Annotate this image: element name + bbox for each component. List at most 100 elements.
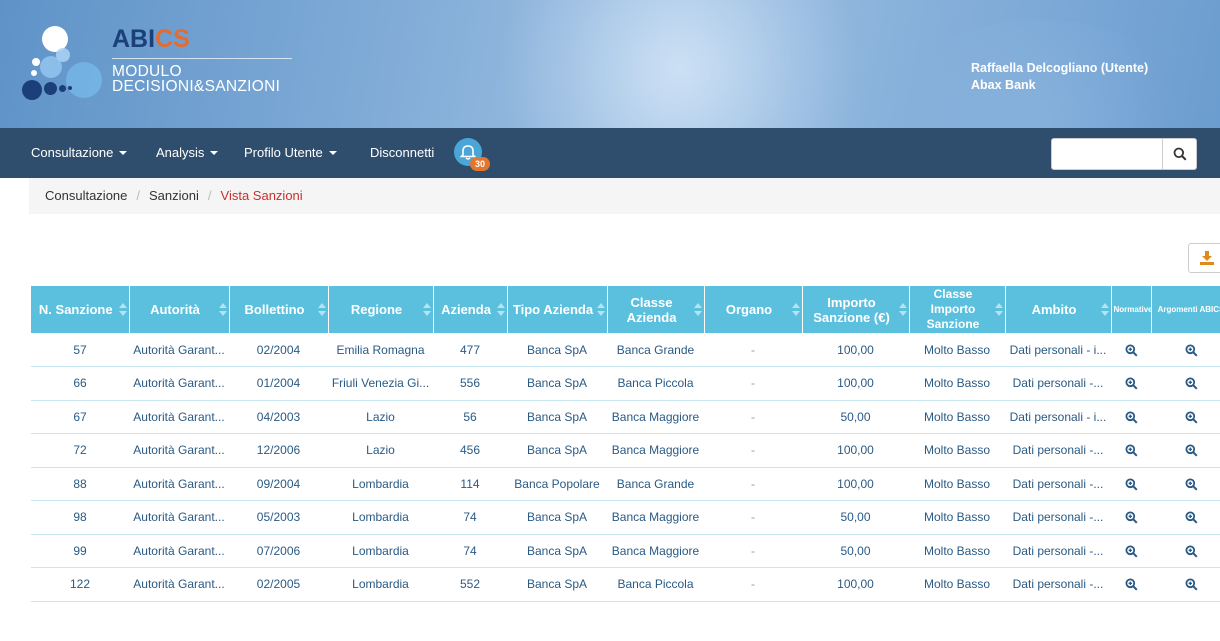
col-header-ambito[interactable]: Ambito — [1005, 286, 1112, 333]
cell-regione: Lombardia — [328, 534, 433, 568]
sort-icon — [118, 303, 127, 317]
normative-zoom-icon[interactable] — [1111, 500, 1151, 535]
normative-zoom-icon[interactable] — [1111, 534, 1151, 568]
cell-classe-azienda: Banca Piccola — [607, 366, 704, 401]
argomenti-zoom-icon[interactable] — [1151, 567, 1220, 602]
cell-classe-azienda: Banca Piccola — [607, 567, 704, 602]
col-header-classe-importo[interactable]: Classe Importo Sanzione — [909, 286, 1006, 333]
cell-azienda[interactable]: 552 — [433, 567, 507, 602]
table-row: 98 Autorità Garant... 05/2003 Lombardia 74 Ba… — [31, 500, 1220, 535]
cell-autorita[interactable]: Autorità Garant... — [129, 567, 229, 602]
cell-autorita[interactable]: Autorità Garant... — [129, 366, 229, 401]
cell-n-sanzione: 122 — [31, 567, 129, 602]
nav-analysis[interactable]: Analysis — [156, 128, 219, 178]
cell-n-sanzione: 67 — [31, 400, 129, 434]
breadcrumb-sanzioni[interactable]: Sanzioni — [149, 188, 199, 203]
normative-zoom-icon[interactable] — [1111, 433, 1151, 468]
normative-zoom-icon[interactable] — [1111, 567, 1151, 602]
cell-ambito: Dati personali - i... — [1005, 333, 1111, 367]
col-header-normative: Normative — [1111, 286, 1153, 333]
cell-autorita[interactable]: Autorità Garant... — [129, 500, 229, 535]
cell-bollettino: 09/2004 — [229, 467, 328, 501]
col-header-azienda[interactable]: Azienda — [433, 286, 508, 333]
cell-organo: - — [704, 433, 802, 468]
normative-zoom-icon[interactable] — [1111, 467, 1151, 501]
col-header-classe-azienda[interactable]: Classe Azienda — [607, 286, 705, 333]
cell-bollettino: 04/2003 — [229, 400, 328, 434]
cell-tipo-azienda: Banca SpA — [507, 433, 607, 468]
cell-organo: - — [704, 567, 802, 602]
cell-regione: Lazio — [328, 400, 433, 434]
argomenti-zoom-icon[interactable] — [1151, 333, 1220, 367]
table-row: 88 Autorità Garant... 09/2004 Lombardia 114 B… — [31, 467, 1220, 501]
cell-organo: - — [704, 500, 802, 535]
col-header-argomenti-abics: Argomenti ABICS — [1151, 286, 1220, 333]
user-bank: Abax Bank — [971, 78, 1036, 92]
col-header-label: N. Sanzione — [38, 302, 113, 317]
col-header-n-sanzione[interactable]: N. Sanzione — [31, 286, 130, 333]
brand-abics: ABICS — [112, 26, 292, 52]
cell-bollettino: 07/2006 — [229, 534, 328, 568]
cell-n-sanzione: 99 — [31, 534, 129, 568]
normative-zoom-icon[interactable] — [1111, 400, 1151, 434]
cell-azienda[interactable]: 456 — [433, 433, 507, 468]
sort-icon — [994, 303, 1003, 317]
breadcrumb-vista-sanzioni: Vista Sanzioni — [220, 188, 303, 203]
argomenti-zoom-icon[interactable] — [1151, 467, 1220, 501]
nav-consultazione[interactable]: Consultazione — [31, 128, 128, 178]
module-name-line2: DECISIONI&SANZIONI — [112, 78, 281, 95]
cell-importo: 50,00 — [802, 534, 909, 568]
cell-azienda[interactable]: 556 — [433, 366, 507, 401]
sort-icon — [898, 303, 907, 317]
header-banner: ABICS MODULO DECISIONI&SANZIONI Raffaell… — [0, 0, 1220, 128]
cell-regione: Friuli Venezia Gi... — [328, 366, 433, 401]
cell-azienda[interactable]: 477 — [433, 333, 507, 367]
normative-zoom-icon[interactable] — [1111, 333, 1151, 367]
cell-autorita[interactable]: Autorità Garant... — [129, 433, 229, 468]
sanzioni-table: N. Sanzione Autorità Bollettino Regione … — [31, 286, 1220, 602]
col-header-autorita[interactable]: Autorità — [129, 286, 230, 333]
cell-tipo-azienda: Banca SpA — [507, 366, 607, 401]
cell-azienda[interactable]: 56 — [433, 400, 507, 434]
cell-organo: - — [704, 333, 802, 367]
sort-icon — [317, 303, 326, 317]
col-header-bollettino[interactable]: Bollettino — [229, 286, 329, 333]
nav-profilo-utente[interactable]: Profilo Utente — [244, 128, 337, 178]
cell-azienda[interactable]: 114 — [433, 467, 507, 501]
cell-autorita[interactable]: Autorità Garant... — [129, 467, 229, 501]
sort-icon — [218, 303, 227, 317]
col-header-label: Importo Sanzione (€) — [813, 294, 890, 325]
export-button[interactable] — [1188, 243, 1220, 273]
sort-icon — [596, 303, 605, 317]
search-input[interactable] — [1052, 139, 1162, 169]
normative-zoom-icon[interactable] — [1111, 366, 1151, 401]
argomenti-zoom-icon[interactable] — [1151, 366, 1220, 401]
cell-azienda[interactable]: 74 — [433, 500, 507, 535]
argomenti-zoom-icon[interactable] — [1151, 534, 1220, 568]
cell-autorita[interactable]: Autorità Garant... — [129, 400, 229, 434]
search-button[interactable] — [1162, 139, 1196, 169]
search-box — [1051, 138, 1197, 170]
col-header-regione[interactable]: Regione — [328, 286, 434, 333]
cell-importo: 100,00 — [802, 567, 909, 602]
cell-importo: 100,00 — [802, 333, 909, 367]
argomenti-zoom-icon[interactable] — [1151, 400, 1220, 434]
argomenti-zoom-icon[interactable] — [1151, 433, 1220, 468]
argomenti-zoom-icon[interactable] — [1151, 500, 1220, 535]
nav-disconnetti-label: Disconnetti — [370, 145, 435, 160]
cell-autorita[interactable]: Autorità Garant... — [129, 333, 229, 367]
cell-autorita[interactable]: Autorità Garant... — [129, 534, 229, 568]
col-header-tipo-azienda[interactable]: Tipo Azienda — [507, 286, 608, 333]
cell-ambito: Dati personali -... — [1005, 433, 1111, 468]
cell-bollettino: 01/2004 — [229, 366, 328, 401]
cell-classe-azienda: Banca Maggiore — [607, 400, 704, 434]
cell-classe-importo: Molto Basso — [909, 366, 1005, 401]
breadcrumb-consultazione[interactable]: Consultazione — [45, 188, 127, 203]
col-header-importo-sanzione[interactable]: Importo Sanzione (€) — [802, 286, 910, 333]
nav-disconnetti[interactable]: Disconnetti — [370, 128, 434, 178]
cell-azienda[interactable]: 74 — [433, 534, 507, 568]
col-header-organo[interactable]: Organo — [704, 286, 803, 333]
cell-n-sanzione: 98 — [31, 500, 129, 535]
col-header-label: Argomenti ABICS — [1157, 304, 1220, 314]
nav-consultazione-label: Consultazione — [31, 145, 114, 160]
